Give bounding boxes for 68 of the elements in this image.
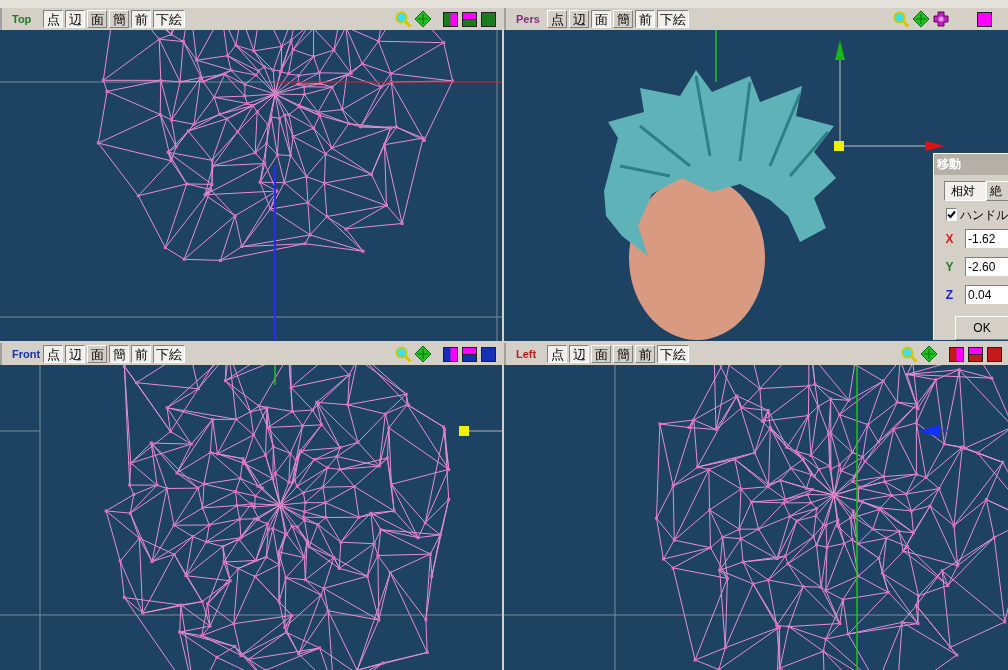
view-toggle-button[interactable]: 点 (547, 345, 567, 363)
axis-label: Z (945, 288, 954, 301)
viewport-canvas[interactable] (0, 365, 502, 670)
move-arrows-icon[interactable] (415, 346, 431, 362)
axis-line (468, 430, 502, 432)
axis-line (715, 30, 717, 83)
view-toggle-button[interactable]: 点 (547, 10, 567, 28)
view-toggle-button[interactable]: 簡 (613, 345, 633, 363)
single-view-icon[interactable] (987, 346, 1002, 362)
viewport-canvas[interactable]: 移動 相対 絶 ハンドル X -1.62 Y -2.60 Z 0.04 OK (504, 30, 1008, 341)
view-toggle-button[interactable]: 前 (131, 345, 151, 363)
input-field[interactable]: 0.04 (965, 285, 1008, 304)
split-vertical-icon[interactable] (949, 346, 964, 362)
dialog-title: 移動 (934, 154, 1008, 175)
checkmark-icon (947, 210, 956, 219)
input-field[interactable]: -1.62 (965, 229, 1008, 248)
single-view-icon[interactable] (481, 346, 496, 362)
axis-arrow[interactable] (835, 40, 845, 143)
view-toggle-button[interactable]: 面 (591, 10, 611, 28)
view-toggle-button[interactable]: 辺 (569, 345, 589, 363)
view-toggle-button[interactable]: 下絵 (657, 10, 689, 28)
move-arrows-icon[interactable] (921, 346, 937, 362)
move-arrows-icon[interactable] (913, 11, 929, 27)
view-toggle-button[interactable]: 下絵 (657, 345, 689, 363)
axis-arrow[interactable] (918, 425, 949, 437)
viewport-title: Left (516, 348, 538, 360)
split-horizontal-icon[interactable] (462, 11, 477, 27)
view-toggle-button[interactable]: 前 (635, 10, 655, 28)
view-toggle-button[interactable]: 辺 (569, 10, 589, 28)
view-toggle-button[interactable]: 面 (87, 10, 107, 28)
view-toggle-button[interactable]: 簡 (109, 345, 129, 363)
split-vertical-icon[interactable] (443, 11, 458, 27)
single-view-icon[interactable] (481, 11, 496, 27)
view-toggle-button[interactable]: 面 (591, 345, 611, 363)
view-toggle-button[interactable]: 下絵 (153, 10, 185, 28)
view-toggle-button[interactable]: 前 (131, 10, 151, 28)
split-horizontal-icon[interactable] (462, 346, 477, 362)
view-toggle-button[interactable]: 簡 (613, 10, 633, 28)
axis-line (274, 365, 276, 386)
viewport-title: Top (12, 13, 33, 25)
ok-button[interactable]: OK (955, 316, 1008, 340)
viewport-canvas[interactable] (504, 365, 1008, 670)
viewport-title: Pers (516, 13, 541, 25)
view-toggle-button[interactable]: 簡 (109, 10, 129, 28)
split-horizontal-icon[interactable] (968, 346, 983, 362)
view-toggle-button[interactable]: 辺 (65, 10, 85, 28)
checkbox[interactable] (946, 208, 957, 221)
view-toggle-button[interactable]: 面 (87, 345, 107, 363)
view-toggle-button[interactable]: 点 (43, 10, 63, 28)
axis-label: X (945, 232, 954, 245)
view-toggle-button[interactable]: 辺 (65, 345, 85, 363)
input-field[interactable]: -2.60 (965, 257, 1008, 276)
rotate-icon[interactable] (933, 11, 949, 27)
view-toggle-button[interactable]: 前 (635, 345, 655, 363)
viewport-title: Front (12, 348, 42, 360)
single-view-icon[interactable] (977, 11, 992, 27)
tab[interactable]: 絶 (986, 181, 1008, 201)
move-arrows-icon[interactable] (415, 11, 431, 27)
view-toggle-button[interactable]: 下絵 (153, 345, 185, 363)
move-handle[interactable] (834, 141, 844, 151)
view-toggle-button[interactable]: 点 (43, 345, 63, 363)
viewport-canvas[interactable] (0, 30, 502, 341)
tab[interactable]: 相対 (944, 181, 986, 201)
axis-label: Y (945, 260, 954, 273)
axis-arrow[interactable] (843, 141, 945, 151)
split-vertical-icon[interactable] (443, 346, 458, 362)
checkbox-label: ハンドル (960, 208, 1008, 221)
move-handle[interactable] (459, 426, 469, 436)
